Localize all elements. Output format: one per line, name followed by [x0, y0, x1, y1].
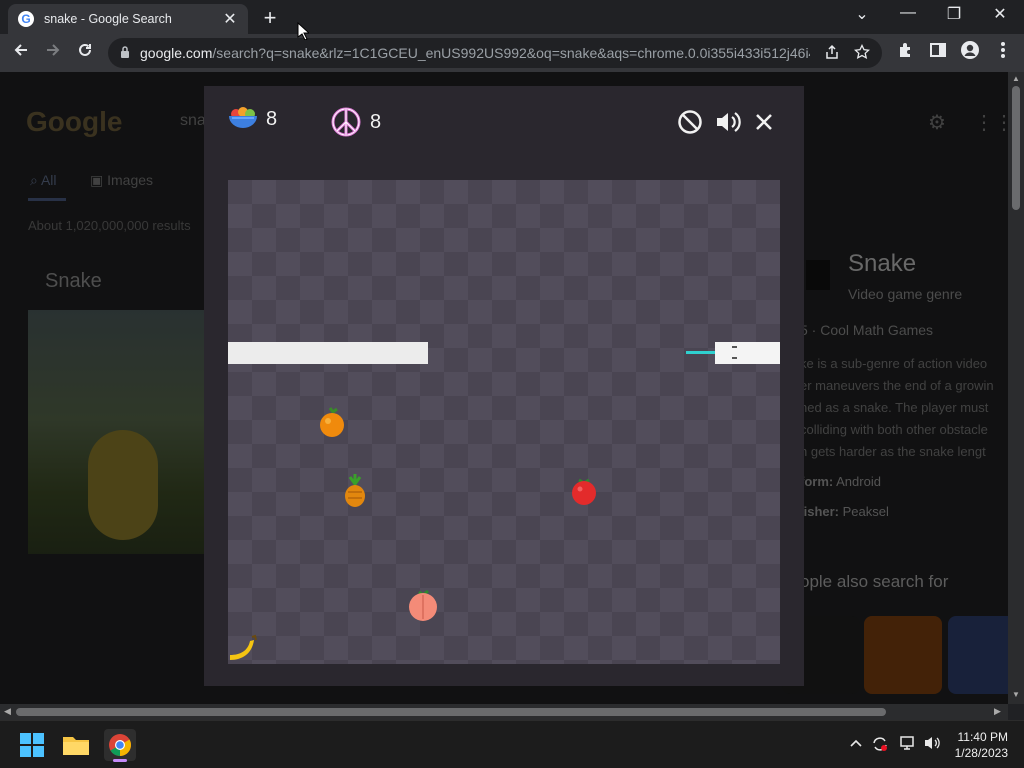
banana-fruit-icon [230, 634, 257, 660]
peach-fruit-icon [409, 589, 437, 621]
network-icon[interactable] [898, 735, 918, 756]
address-bar[interactable]: google.com/search?q=snake&rlz=1C1GCEU_en… [108, 38, 882, 68]
url-host: google.com [140, 45, 213, 61]
tray-chevron-up-icon[interactable] [846, 735, 866, 753]
peace-score-value: 8 [370, 110, 382, 133]
snake-tongue [686, 351, 715, 354]
reload-icon [79, 43, 91, 56]
wall-obstacle [228, 342, 428, 364]
sound-button[interactable] [714, 108, 742, 136]
minimize-button[interactable]: — [894, 4, 922, 22]
game-board[interactable] [228, 180, 780, 664]
bookmark-star-icon[interactable] [853, 43, 871, 63]
browser-tab[interactable]: G snake - Google Search ✕ [8, 4, 248, 34]
fruit-bowl-icon [229, 107, 257, 128]
fruit-score-value: 8 [266, 107, 278, 130]
orange-fruit-icon [320, 407, 344, 437]
clock-time: 11:40 PM [957, 730, 1008, 744]
tab-search-button[interactable]: ⌄ [848, 4, 876, 24]
url-text: google.com/search?q=snake&rlz=1C1GCEU_en… [140, 45, 810, 61]
forward-button[interactable] [40, 40, 66, 66]
vertical-scrollbar[interactable]: ▲ ▼ [1008, 72, 1024, 704]
pineapple-fruit-icon [345, 474, 365, 507]
tab-close-icon[interactable]: ✕ [222, 9, 238, 29]
close-game-button[interactable] [750, 108, 778, 136]
window-close-button[interactable]: ✕ [986, 4, 1014, 24]
speaker-icon [717, 112, 741, 132]
volume-icon[interactable] [922, 735, 942, 756]
clock-date: 1/28/2023 [954, 746, 1008, 760]
game-hud: 8 8 [204, 86, 804, 156]
tomato-fruit-icon [572, 478, 596, 505]
windows-taskbar: 11:40 PM 1/28/2023 [0, 720, 1024, 768]
restore-button[interactable]: ❐ [940, 4, 968, 24]
browser-toolbar: google.com/search?q=snake&rlz=1C1GCEU_en… [0, 34, 1024, 72]
reload-button[interactable] [72, 40, 98, 66]
system-clock[interactable]: 11:40 PM 1/28/2023 [955, 729, 1008, 761]
vertical-scroll-thumb[interactable] [1012, 86, 1020, 210]
scroll-left-icon[interactable]: ◀ [4, 706, 11, 717]
scroll-up-icon[interactable]: ▲ [1008, 74, 1024, 83]
forward-arrow-icon [47, 44, 60, 56]
sync-icon[interactable] [870, 735, 890, 758]
scroll-right-icon[interactable]: ▶ [994, 706, 1001, 717]
snake-game-dialog: 8 8 [204, 86, 804, 686]
scroll-down-icon[interactable]: ▼ [1008, 690, 1024, 699]
url-path: /search?q=snake&rlz=1C1GCEU_enUS992US992… [212, 45, 810, 61]
snake-eye [732, 346, 737, 348]
block-button[interactable] [676, 108, 704, 136]
tab-title: snake - Google Search [44, 12, 172, 26]
snake-eye [732, 357, 737, 359]
lock-icon [120, 45, 130, 61]
fruit-score: 8 [228, 106, 277, 132]
google-favicon-icon: G [18, 11, 34, 27]
close-icon [756, 114, 772, 130]
active-app-indicator [113, 759, 127, 762]
mouse-cursor-icon [297, 22, 309, 40]
back-button[interactable] [8, 40, 34, 66]
horizontal-scroll-thumb[interactable] [16, 708, 886, 716]
snake-body [715, 342, 780, 364]
horizontal-scrollbar[interactable]: ◀ ▶ [0, 704, 1008, 720]
peace-icon [331, 107, 361, 137]
profile-avatar-icon[interactable] [957, 40, 983, 66]
share-icon[interactable] [824, 44, 840, 63]
file-explorer-icon[interactable] [60, 729, 92, 761]
back-arrow-icon [14, 44, 27, 56]
extensions-icon[interactable] [893, 40, 919, 66]
tab-strip: G snake - Google Search ✕ + ⌄ — ❐ ✕ [0, 0, 1024, 34]
new-tab-button[interactable]: + [258, 5, 282, 31]
block-icon [678, 110, 702, 134]
chrome-menu-icon[interactable] [990, 40, 1016, 66]
peace-score: 8 [330, 106, 381, 138]
side-panel-icon[interactable] [925, 40, 951, 66]
windows-start-icon[interactable] [16, 729, 48, 761]
chrome-taskbar-icon[interactable] [104, 729, 136, 762]
checkered-board [228, 180, 780, 664]
